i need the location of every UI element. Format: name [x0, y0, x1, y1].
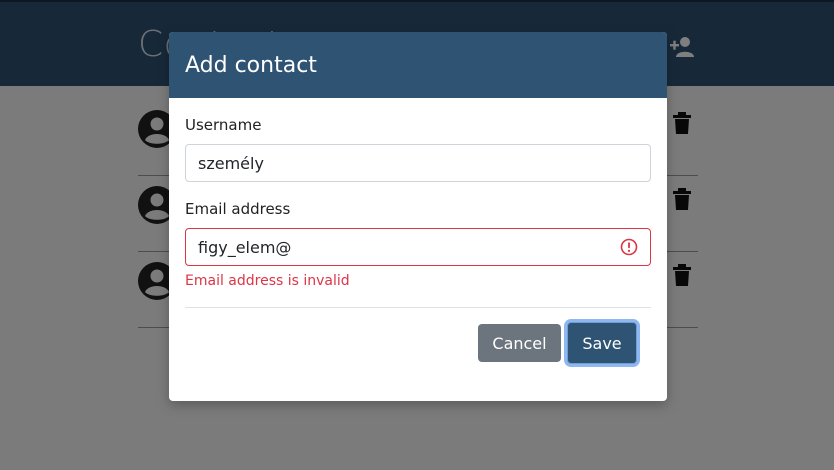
dialog-header: Add contact — [169, 32, 667, 98]
cancel-button[interactable]: Cancel — [478, 324, 561, 362]
username-value: személy — [198, 153, 264, 173]
save-button[interactable]: Save — [567, 322, 637, 364]
dialog-title: Add contact — [185, 52, 317, 78]
username-field[interactable]: személy — [185, 144, 651, 182]
dialog-footer: Cancel Save — [169, 308, 667, 396]
error-circle-icon — [620, 238, 638, 256]
username-label: Username — [185, 116, 262, 134]
email-error-message: Email address is invalid — [185, 273, 350, 289]
dialog-body: Username személy Email address figy_elem… — [169, 98, 667, 308]
email-value: figy_elem@ — [198, 237, 292, 257]
email-label: Email address — [185, 200, 291, 218]
add-contact-dialog: Add contact Username személy Email addre… — [169, 32, 667, 401]
email-field[interactable]: figy_elem@ — [185, 228, 651, 266]
